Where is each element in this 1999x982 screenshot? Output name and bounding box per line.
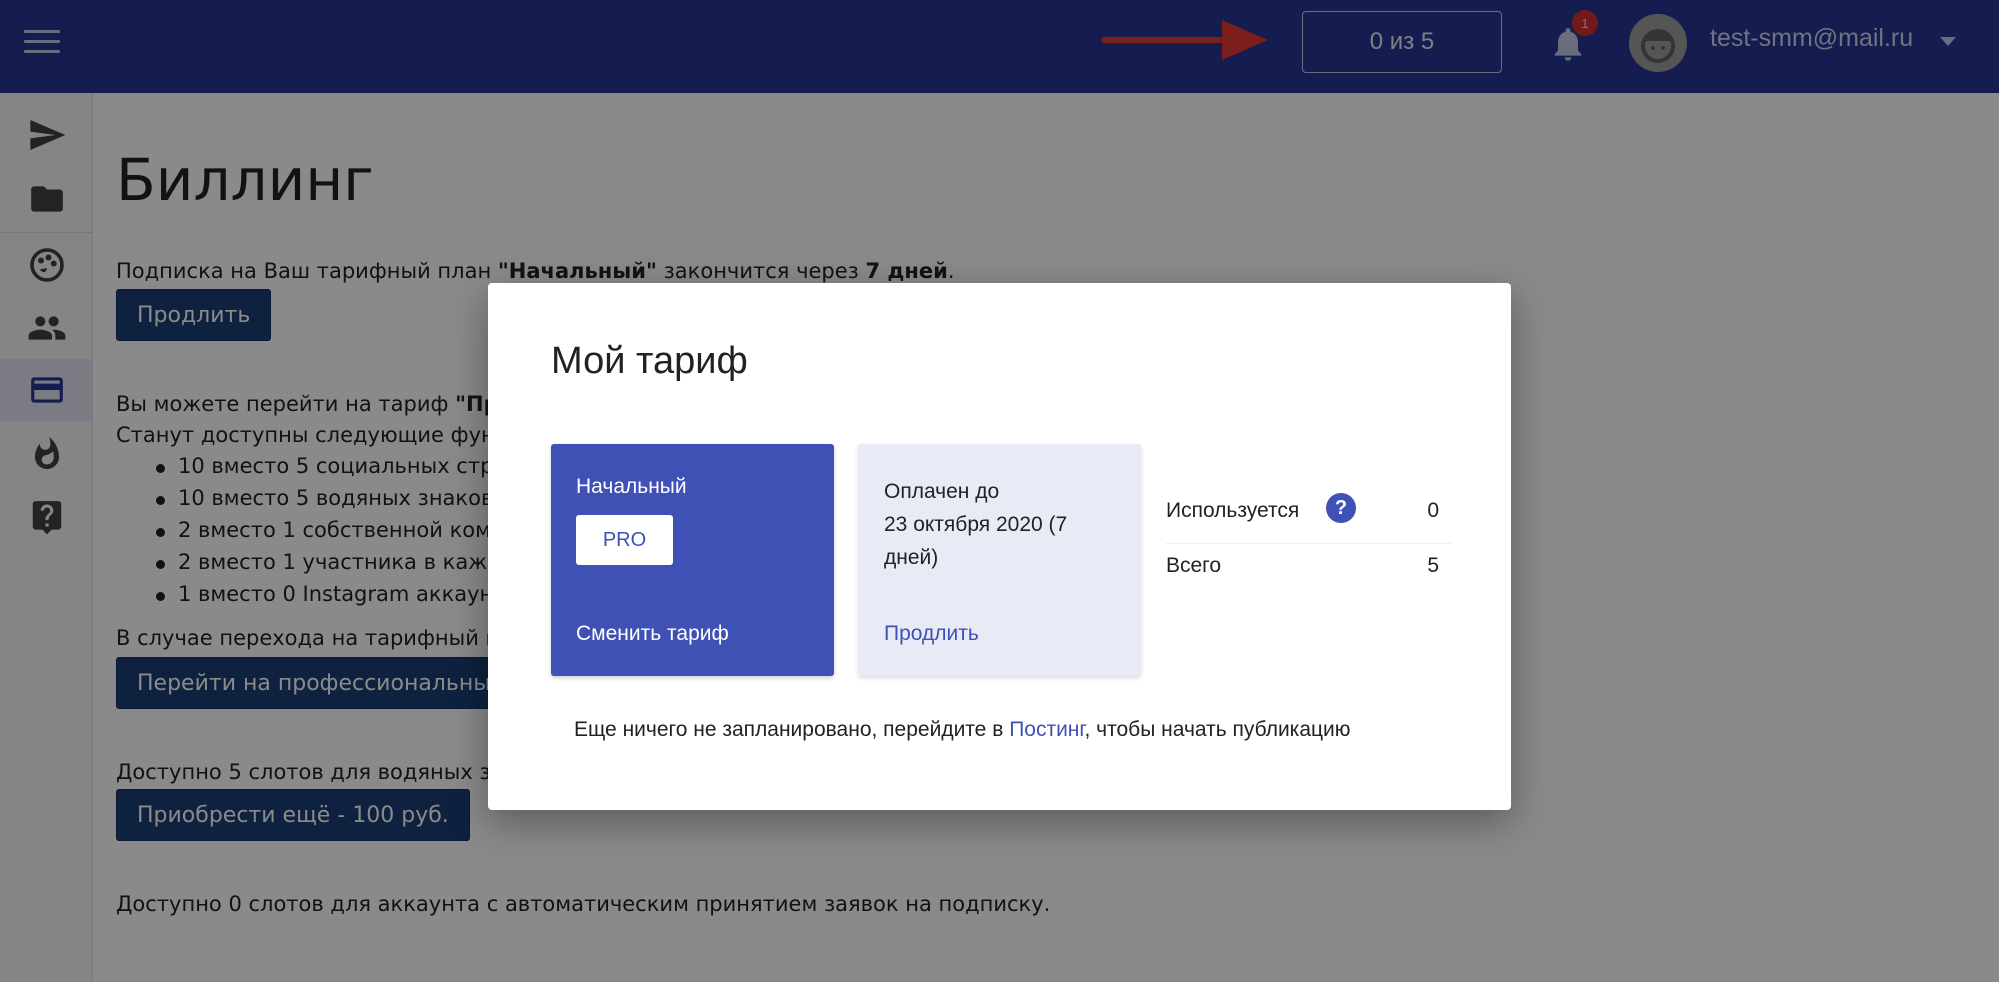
stat-used-label: Используется: [1166, 499, 1300, 522]
dialog-title: Мой тариф: [551, 340, 748, 382]
stat-used-value: 0: [1427, 499, 1439, 522]
stat-total-row: Всего 5: [1166, 544, 1451, 619]
usage-stats: Используется ? 0 Всего 5: [1166, 469, 1451, 619]
stat-used-row: Используется ? 0: [1166, 469, 1451, 544]
change-plan-link[interactable]: Сменить тариф: [576, 622, 729, 646]
pro-badge: PRO: [576, 515, 673, 565]
question-icon[interactable]: ?: [1326, 493, 1356, 523]
paid-until-text: Оплачен до 23 октября 2020 (7 дней): [884, 480, 1068, 569]
stat-total-label: Всего: [1166, 554, 1222, 577]
stat-total-value: 5: [1427, 554, 1439, 577]
paid-until-card: Оплачен до 23 октября 2020 (7 дней) Продл…: [858, 444, 1141, 676]
plan-name: Начальный: [576, 475, 687, 498]
extend-link[interactable]: Продлить: [884, 622, 979, 646]
empty-schedule-note: Еще ничего не запланировано, перейдите в…: [574, 718, 1351, 741]
my-plan-dialog: Мой тариф Начальный PRO Сменить тариф Оп…: [488, 283, 1511, 810]
posting-link[interactable]: Постинг: [1009, 718, 1084, 741]
current-plan-card: Начальный PRO Сменить тариф: [551, 444, 834, 676]
